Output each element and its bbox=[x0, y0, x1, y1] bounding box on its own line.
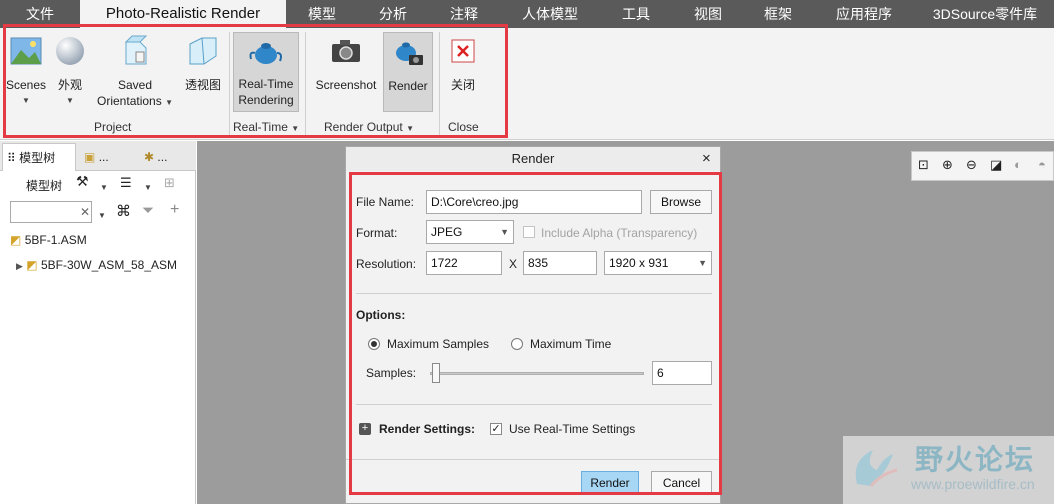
dialog-title: Render bbox=[346, 147, 720, 171]
tab-folder-browser[interactable]: ▣ ... bbox=[80, 143, 136, 171]
zoom-out-icon[interactable]: ⊖ bbox=[966, 157, 977, 173]
expand-icon[interactable]: ▶ bbox=[16, 261, 23, 271]
tab-3dsource[interactable]: 3DSource零件库 bbox=[916, 0, 1054, 28]
tree-icon: ⠿ bbox=[7, 151, 16, 165]
tree-item[interactable]: ◩ 5BF-1.ASM bbox=[10, 233, 87, 247]
assembly-icon: ◩ bbox=[10, 233, 22, 247]
tab-framework[interactable]: 框架 bbox=[744, 0, 812, 28]
view-toolbar: ⊡ ⊕ ⊖ ◪ ◐ ◓ bbox=[911, 151, 1054, 181]
assembly-icon: ◩ bbox=[26, 258, 38, 272]
settings-icon[interactable]: ⚒ bbox=[76, 173, 89, 190]
model-tree-label: 模型树 bbox=[26, 179, 63, 193]
model-tree-panel: ⠿ 模型树 ▣ ... ✱ ... 模型树 ⚒ ▼ ☰ ▼ ⊞ ✕ ▼ ⌘ ⏷ … bbox=[0, 141, 196, 504]
appearance-display-icon[interactable]: ◐ bbox=[1014, 157, 1022, 172]
filter-icon[interactable]: ⏷ bbox=[142, 202, 154, 219]
filter-grid-icon[interactable]: ⊞ bbox=[164, 175, 175, 191]
panel-tabs: ⠿ 模型树 ▣ ... ✱ ... bbox=[0, 141, 196, 171]
zoom-fit-icon[interactable]: ⊡ bbox=[918, 157, 929, 173]
watermark-title: 野火论坛 bbox=[915, 444, 1036, 475]
repaint-icon[interactable]: ◪ bbox=[990, 157, 1002, 173]
watermark-logo bbox=[855, 450, 898, 487]
tab-human-model[interactable]: 人体模型 bbox=[500, 0, 600, 28]
tab-model-tree[interactable]: ⠿ 模型树 bbox=[2, 143, 76, 171]
tab-tools[interactable]: 工具 bbox=[600, 0, 672, 28]
tree-item-label: 5BF-30W_ASM_58_ASM bbox=[40, 258, 178, 272]
tab-favorites[interactable]: ✱ ... bbox=[140, 143, 196, 171]
chevron-down-icon[interactable]: ▼ bbox=[144, 179, 152, 193]
dialog-close-icon[interactable]: × bbox=[702, 150, 711, 167]
folder-icon: ▣ bbox=[84, 150, 96, 164]
clear-search-icon[interactable]: ✕ bbox=[80, 205, 90, 219]
watermark: 野火论坛 www.proewildfire.cn bbox=[843, 436, 1054, 504]
tab-applications[interactable]: 应用程序 bbox=[812, 0, 916, 28]
display-style-icon[interactable]: ◓ bbox=[1038, 157, 1046, 172]
zoom-in-icon[interactable]: ⊕ bbox=[942, 157, 953, 173]
chevron-down-icon[interactable]: ▼ bbox=[98, 207, 106, 221]
show-icon[interactable]: ☰ bbox=[120, 175, 132, 191]
favorites-icon: ✱ bbox=[144, 150, 155, 164]
tree-item[interactable]: ▶ ◩ 5BF-30W_ASM_58_ASM bbox=[16, 258, 177, 272]
binoculars-icon[interactable]: ⌘ bbox=[116, 202, 131, 220]
tab-view[interactable]: 视图 bbox=[672, 0, 744, 28]
add-icon[interactable]: + bbox=[170, 201, 179, 219]
ribbon-highlight-box bbox=[3, 24, 508, 138]
tree-item-label: 5BF-1.ASM bbox=[24, 233, 87, 247]
watermark-url: www.proewildfire.cn bbox=[911, 476, 1035, 492]
chevron-down-icon[interactable]: ▼ bbox=[100, 179, 108, 193]
dialog-highlight-box bbox=[349, 172, 722, 495]
